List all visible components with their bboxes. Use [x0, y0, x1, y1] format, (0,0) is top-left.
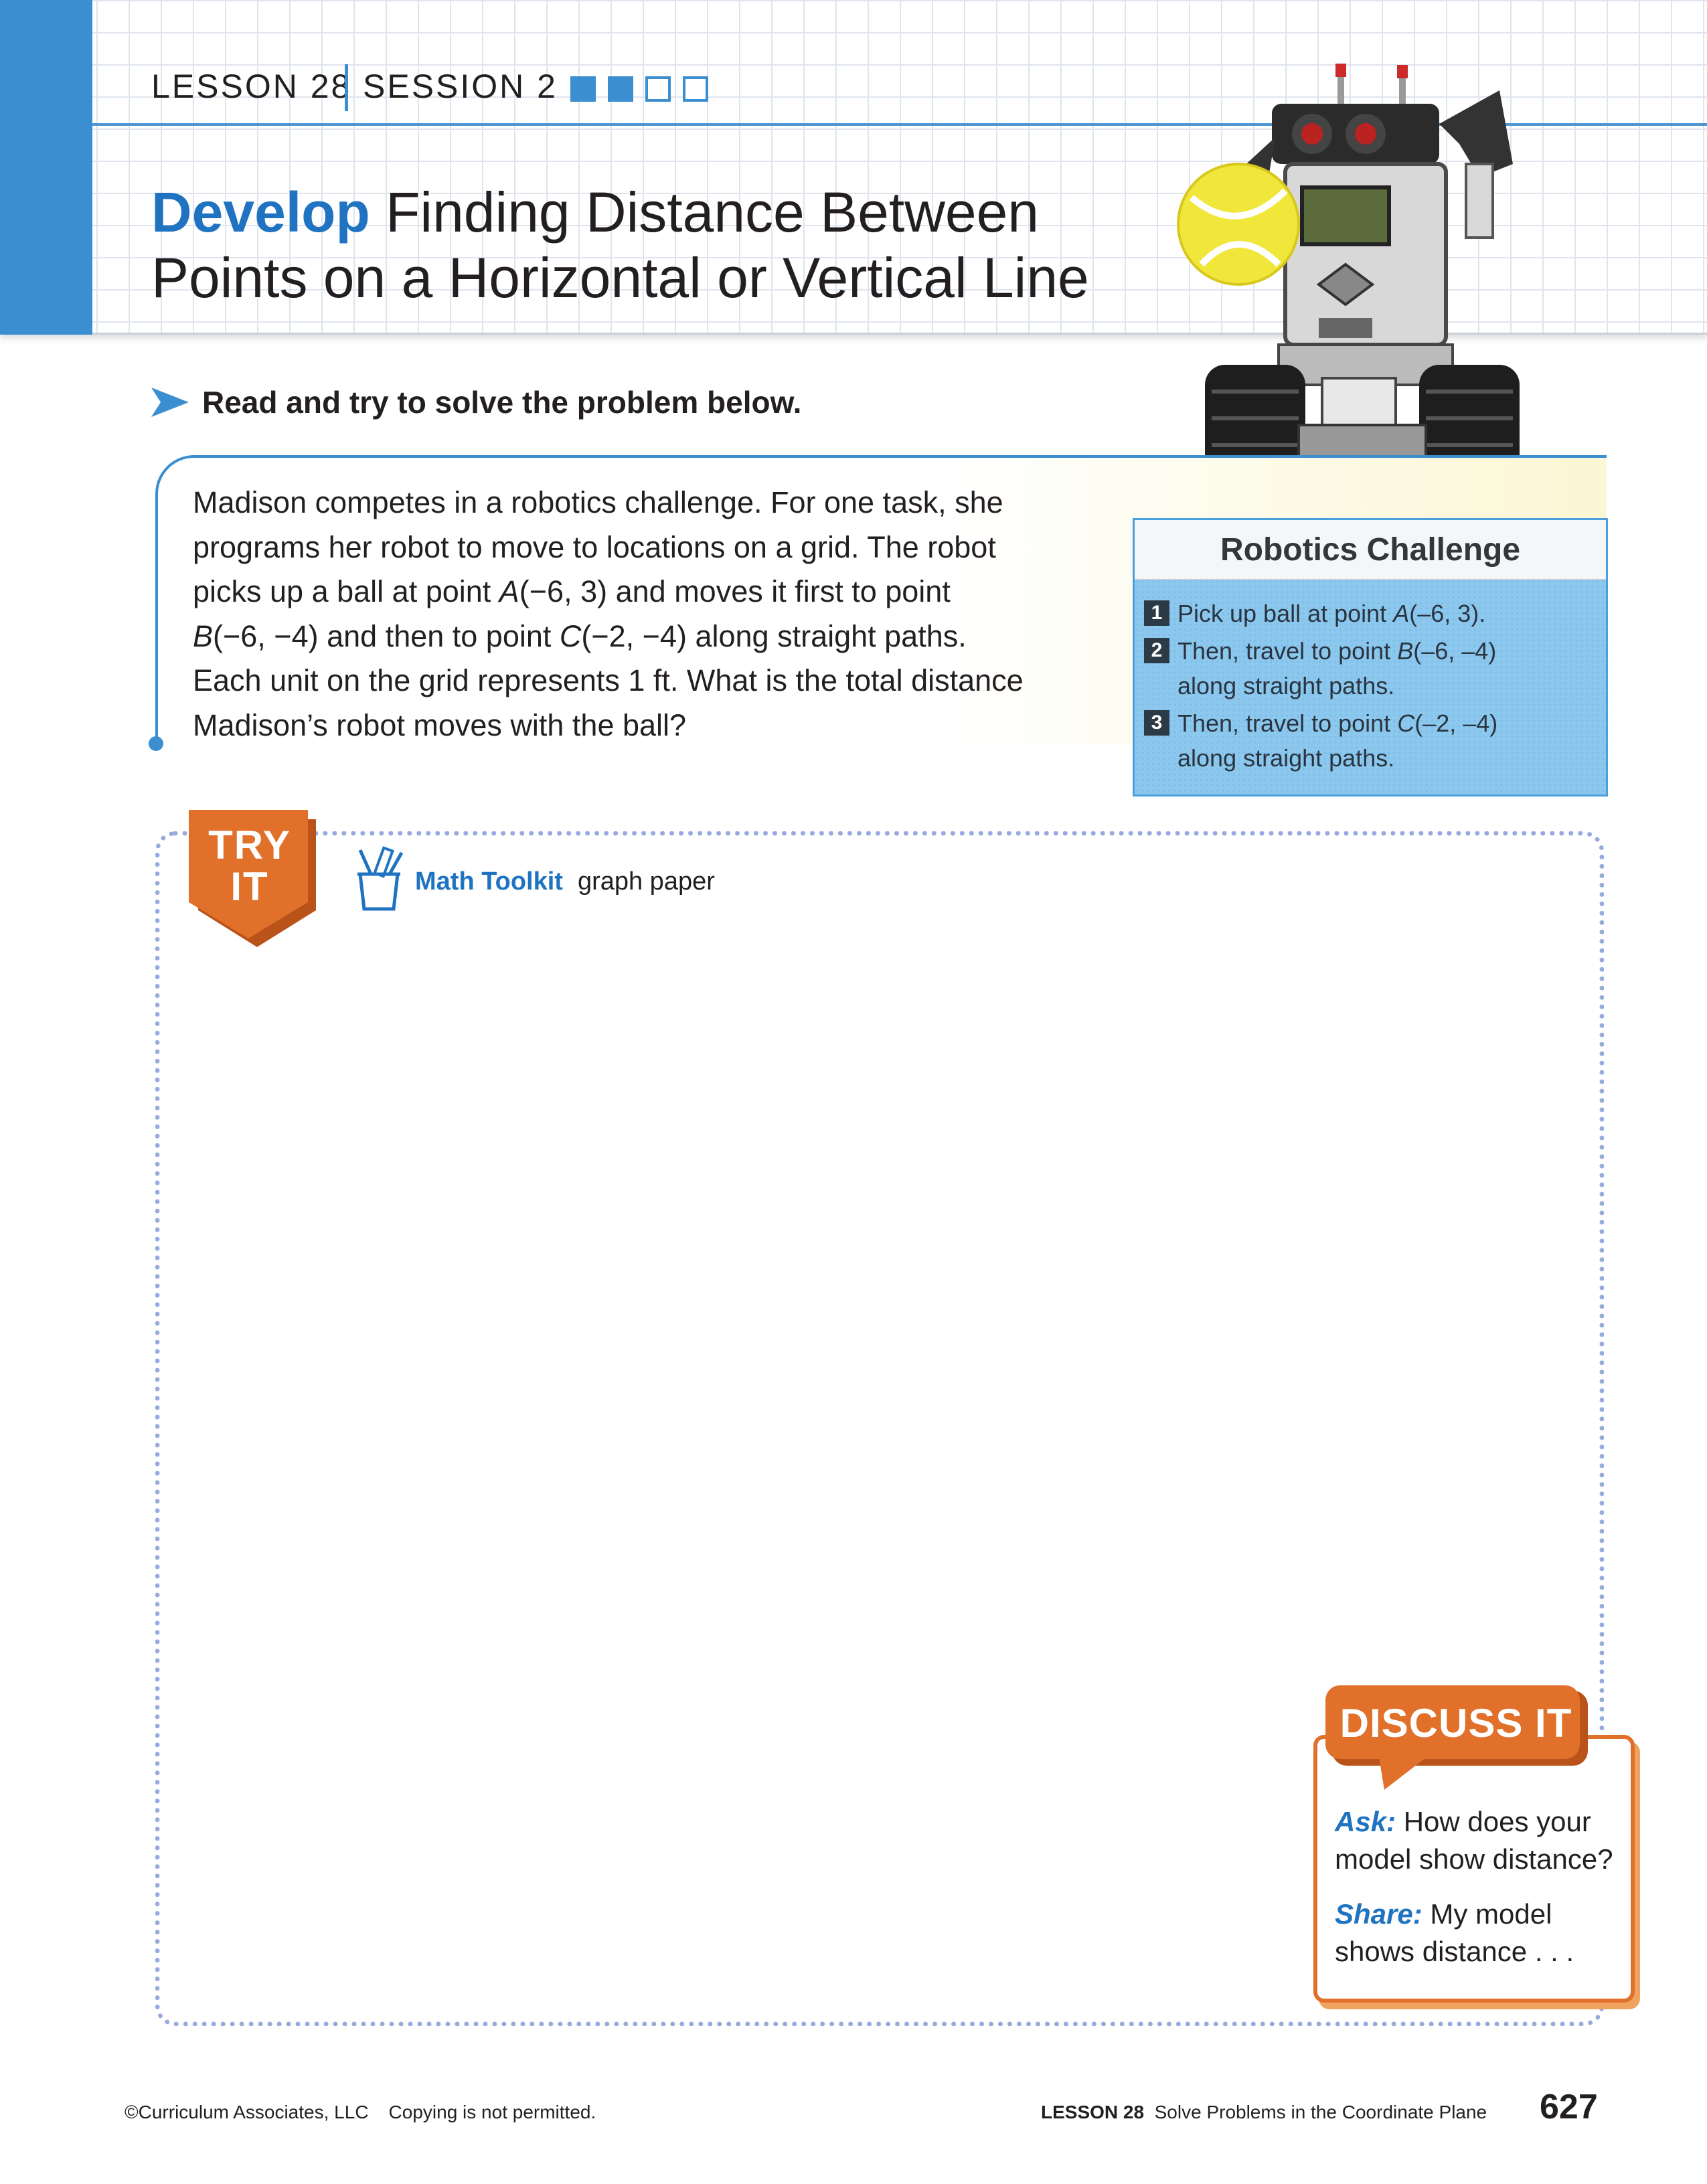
session-progress-square-4 [683, 76, 708, 102]
share-text: My model [1422, 1898, 1552, 1930]
problem-panel-top-rule [194, 455, 1607, 458]
step-number: 1 [1144, 600, 1169, 626]
challenge-step-3: 3 Then, travel to point C(–2, –4) along … [1144, 706, 1498, 776]
title-line-1: Finding Distance Between [370, 181, 1040, 244]
page-number: 627 [1540, 2088, 1598, 2126]
session-progress-square-3 [645, 76, 671, 102]
share-lead: Share: [1335, 1898, 1422, 1930]
footer-lesson-number: LESSON 28 [1041, 2102, 1145, 2122]
try-it-label: TRY IT [189, 825, 311, 908]
ask-text: How does your [1396, 1806, 1591, 1837]
session-progress-square-1 [570, 76, 596, 102]
step-text: along straight paths. [1177, 672, 1395, 699]
discuss-it-text: Ask: How does your model show distance? … [1335, 1803, 1629, 1970]
ask-lead: Ask: [1335, 1806, 1396, 1837]
problem-panel-left-rule [155, 495, 158, 743]
share-text-line-2: shows distance . . . [1335, 1936, 1574, 1967]
problem-text: Madison competes in a robotics challenge… [193, 481, 1130, 748]
footer-copyright: ©Curriculum Associates, LLC Copying is no… [125, 2102, 596, 2123]
copy-notice: Copying is not permitted. [388, 2102, 596, 2122]
step-text: along straight paths. [1177, 744, 1395, 772]
math-toolkit: Math Toolkit graph paper [352, 845, 715, 912]
copyright-text: ©Curriculum Associates, LLC [125, 2102, 369, 2122]
toolkit-item: graph paper [577, 867, 715, 896]
session-progress-square-2 [608, 76, 633, 102]
page-title: Develop Finding Distance Between Points … [151, 179, 1196, 311]
challenge-title: Robotics Challenge [1135, 520, 1606, 580]
session-label: SESSION 2 [363, 68, 558, 105]
try-it-line-2: IT [230, 864, 269, 909]
footer-lesson: LESSON 28 Solve Problems in the Coordina… [1041, 2102, 1487, 2123]
step-text: Then, travel to point B(–6, –4) [1177, 637, 1497, 665]
discuss-ask: Ask: How does your [1335, 1803, 1629, 1841]
step-number: 2 [1144, 638, 1169, 663]
problem-line: picks up a ball at point A(−6, 3) and mo… [193, 574, 951, 609]
step-number: 3 [1144, 710, 1169, 736]
ask-text-line-2: model show distance? [1335, 1843, 1613, 1875]
problem-line: Madison’s robot moves with the ball? [193, 707, 687, 742]
problem-line: Madison competes in a robotics challenge… [193, 485, 1003, 519]
lesson-label: LESSON 28 [151, 68, 352, 105]
step-text: Then, travel to point C(–2, –4) [1177, 709, 1498, 737]
arrow-right-icon [151, 388, 189, 417]
instruction: Read and try to solve the problem below. [151, 384, 801, 420]
pencil-cup-icon [357, 846, 404, 911]
problem-line: programs her robot to move to locations … [193, 529, 996, 564]
challenge-step-1: 1 Pick up ball at point A(–6, 3). [1144, 596, 1486, 631]
toolkit-label: Math Toolkit [415, 867, 563, 896]
instruction-text: Read and try to solve the problem below. [202, 385, 802, 420]
challenge-step-2: 2 Then, travel to point B(–6, –4) along … [1144, 634, 1497, 703]
step-text: Pick up ball at point A(–6, 3). [1177, 600, 1486, 627]
lesson-session-divider [345, 64, 348, 111]
robotics-challenge-card: Robotics Challenge 1 Pick up ball at poi… [1133, 518, 1608, 796]
title-line-2: Points on a Horizontal or Vertical Line [151, 246, 1089, 309]
lesson-color-tab [0, 0, 92, 335]
problem-line: Each unit on the grid represents 1 ft. W… [193, 663, 1024, 698]
problem-panel-dot [149, 736, 163, 751]
footer-lesson-title: Solve Problems in the Coordinate Plane [1154, 2102, 1487, 2122]
try-it-line-1: TRY [208, 823, 291, 867]
session-progress [570, 76, 708, 102]
title-develop: Develop [151, 181, 370, 244]
discuss-share: Share: My model [1335, 1896, 1629, 1933]
discuss-it-title: DISCUSS IT [1339, 1701, 1572, 1746]
problem-line: B(−6, −4) and then to point C(−2, −4) al… [193, 618, 967, 653]
